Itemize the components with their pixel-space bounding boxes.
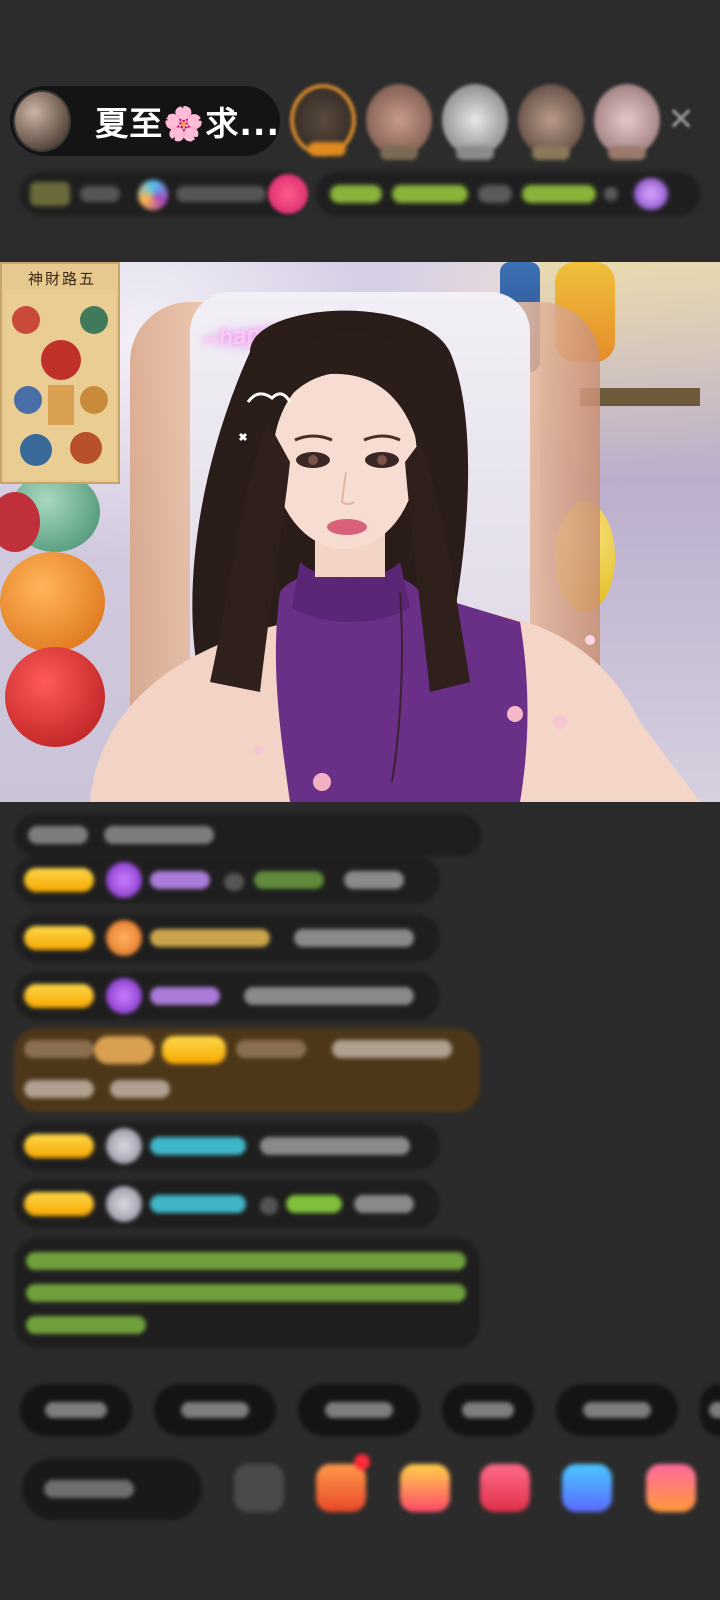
gift-icon[interactable] (646, 1464, 696, 1512)
chat-message-system (14, 814, 482, 856)
chat-list[interactable] (0, 802, 720, 1362)
chat-message[interactable] (14, 1122, 440, 1170)
level-badge (24, 1134, 94, 1158)
viewer-avatar[interactable] (594, 84, 660, 160)
game-icon[interactable] (480, 1464, 530, 1512)
viewer-avatar[interactable] (366, 84, 432, 160)
streamer (90, 310, 700, 802)
chat-icon[interactable] (562, 1464, 612, 1512)
gift-box-icon[interactable] (316, 1454, 370, 1512)
quick-reply-chip[interactable] (442, 1384, 534, 1436)
viewer-avatar[interactable] (442, 84, 508, 160)
gift-pk-icon[interactable] (268, 174, 308, 214)
emoji-icon[interactable] (234, 1464, 284, 1512)
rank-ticker-pill[interactable] (316, 172, 700, 216)
viewer-avatar[interactable] (518, 84, 584, 160)
close-button[interactable]: ✕ (662, 100, 700, 138)
quick-reply-chip[interactable] (20, 1384, 132, 1436)
level-badge (162, 1036, 226, 1064)
status-row (20, 172, 700, 218)
host-stats-pill[interactable] (20, 172, 305, 216)
chat-message-announcement (14, 1238, 480, 1348)
chat-message-highlight[interactable] (14, 1028, 480, 1112)
quick-reply-row (0, 1384, 720, 1440)
host-avatar[interactable] (13, 90, 72, 152)
quick-reply-chip[interactable] (556, 1384, 678, 1436)
level-badge (24, 868, 94, 892)
level-badge (24, 1192, 94, 1216)
bottom-action-bar (0, 1450, 720, 1540)
quick-reply-chip[interactable] (298, 1384, 420, 1436)
level-badge (24, 926, 94, 950)
host-name: 夏至🌸求... (95, 104, 280, 143)
host-info-chip[interactable]: 夏至🌸求... (10, 86, 280, 156)
close-icon: ✕ (667, 100, 695, 138)
diamond-icon (106, 862, 142, 898)
diamond-icon (106, 978, 142, 1014)
top-viewers-list (290, 84, 660, 160)
user-avatar (106, 1128, 142, 1164)
user-avatar (106, 1186, 142, 1222)
quick-reply-chip[interactable] (154, 1384, 276, 1436)
live-video[interactable]: ~happy~ ~ 6 神財路五 (0, 262, 720, 802)
quick-reply-chip[interactable] (700, 1384, 720, 1436)
chat-message[interactable] (14, 914, 440, 962)
level-badge (24, 984, 94, 1008)
top-bar: 夏至🌸求... ✕ (0, 0, 720, 262)
chat-message[interactable] (14, 856, 440, 904)
fan-badge-icon (106, 920, 142, 956)
chat-message[interactable] (14, 1180, 440, 1228)
comment-input[interactable] (22, 1458, 202, 1520)
red-packet-icon[interactable] (400, 1464, 450, 1512)
viewer-avatar[interactable] (290, 84, 356, 156)
chat-message[interactable] (14, 972, 440, 1020)
